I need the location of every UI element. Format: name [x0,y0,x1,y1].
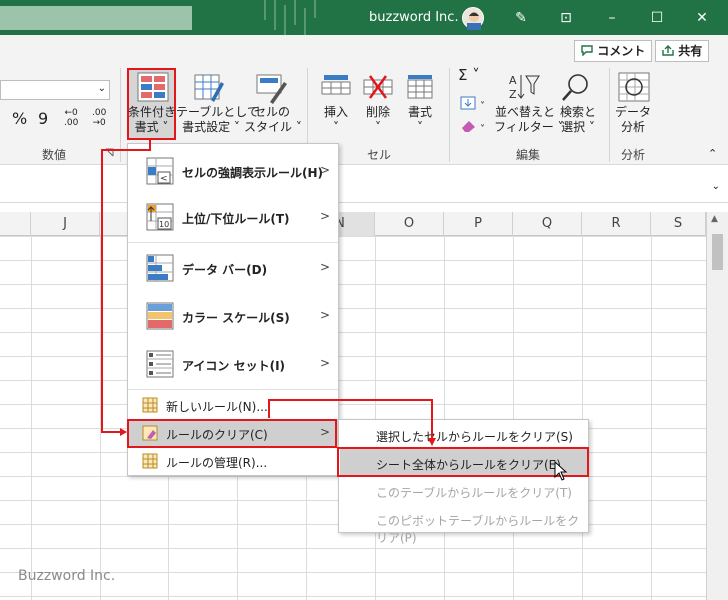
watermark: Buzzword Inc. [18,568,116,584]
mouse-cursor-icon [554,461,568,481]
annotation-arrows [101,140,436,446]
